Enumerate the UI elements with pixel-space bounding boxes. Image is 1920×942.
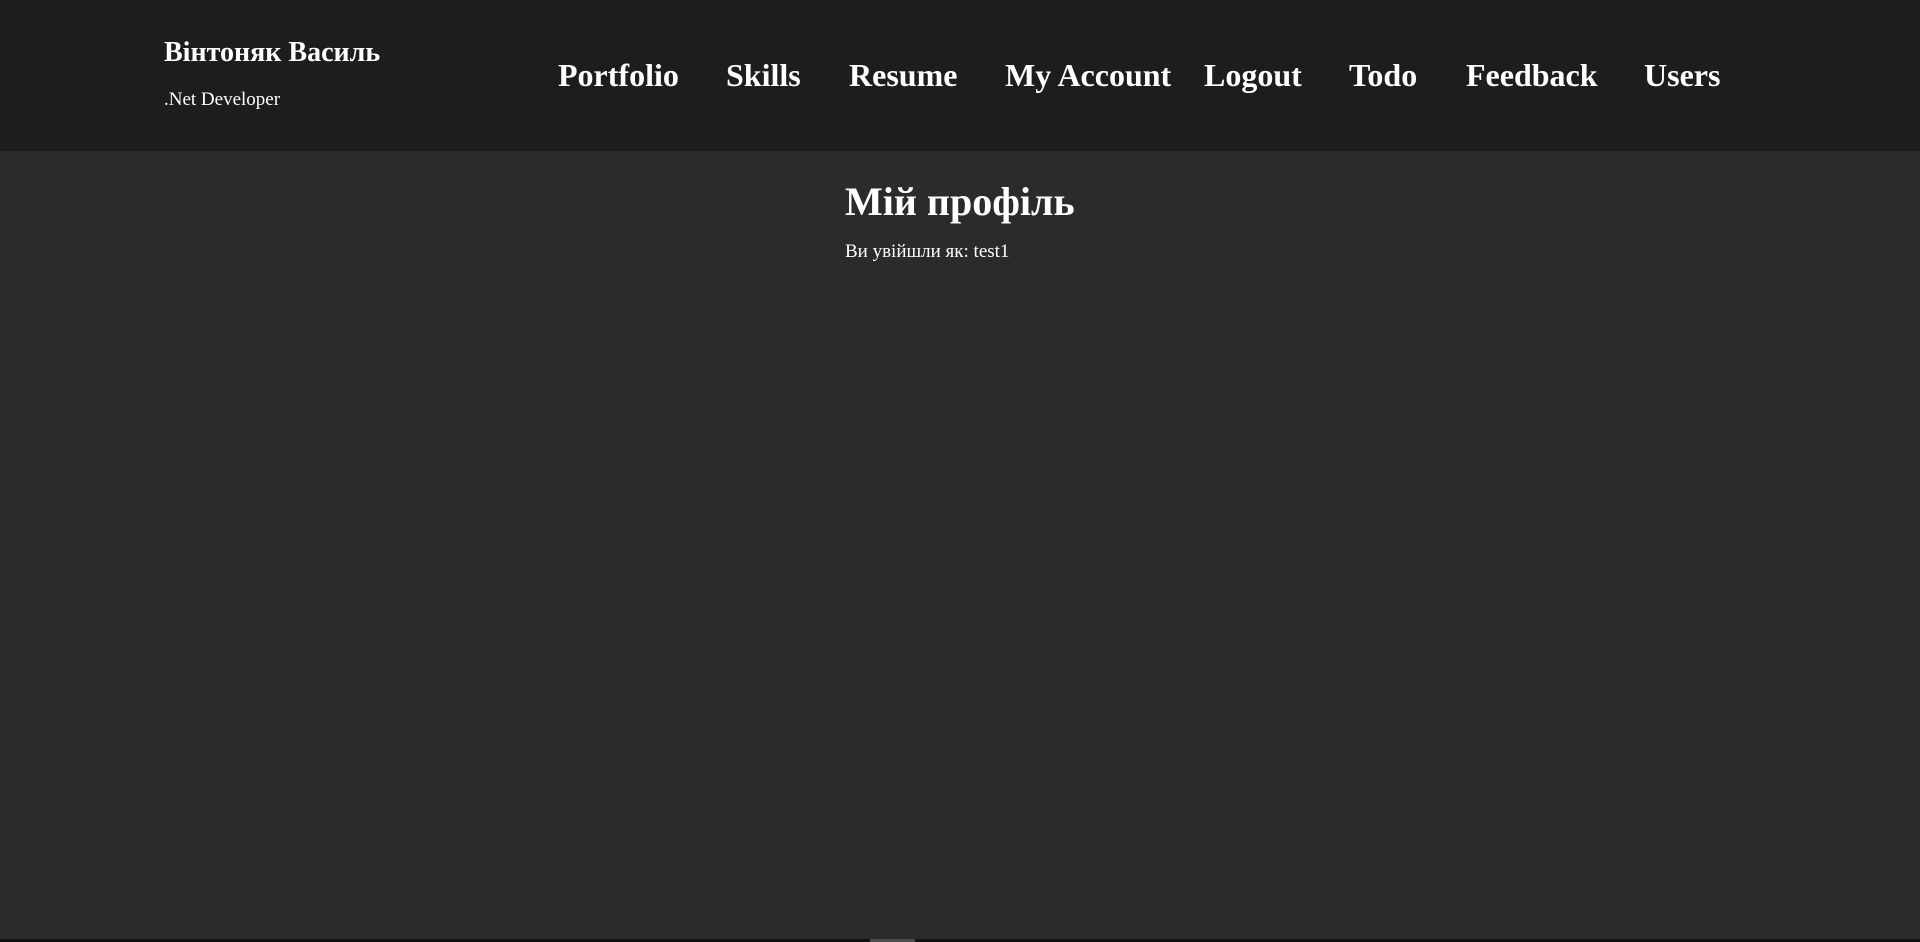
page-title: Мій профіль [845, 179, 1075, 224]
nav-item-skills[interactable]: Skills [726, 55, 801, 95]
main-content: Мій профіль Ви увійшли як: test1 [845, 176, 1075, 264]
main-nav: Portfolio Skills Resume My Account Logou… [0, 55, 1920, 95]
nav-item-feedback[interactable]: Feedback [1466, 55, 1598, 95]
nav-item-todo[interactable]: Todo [1349, 55, 1417, 95]
site-header: Вінтоняк Василь .Net Developer Portfolio… [0, 0, 1920, 151]
nav-item-logout[interactable]: Logout [1204, 55, 1302, 95]
nav-item-resume[interactable]: Resume [849, 55, 957, 95]
nav-item-users[interactable]: Users [1644, 55, 1720, 95]
nav-item-portfolio[interactable]: Portfolio [558, 55, 679, 95]
nav-item-my-account[interactable]: My Account [1005, 55, 1171, 95]
login-status-text: Ви увійшли як: test1 [845, 241, 1010, 262]
